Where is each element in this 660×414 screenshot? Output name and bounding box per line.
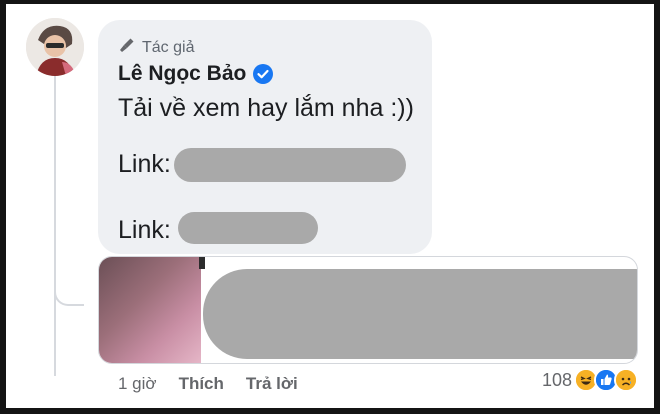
reaction-count: 108 [541,369,572,390]
link-label-2: Link: [118,216,171,244]
comment-actions: 1 giờ Thích Trả lời [118,374,298,394]
redacted-link-2 [178,212,318,244]
author-badge: Tác giả [118,36,194,59]
author-badge-label: Tác giả [142,38,195,56]
avatar[interactable] [26,18,84,76]
microphone-icon [118,36,142,59]
verified-badge-icon [253,64,274,84]
redacted-preview-content [203,269,637,359]
thumbnail-divider [199,257,205,269]
comment-timestamp[interactable]: 1 giờ [118,374,157,394]
link-label-1: Link: [118,150,171,178]
sad-reaction-icon [614,368,638,392]
redacted-link-1 [174,148,406,182]
thread-line [54,76,56,376]
reply-button[interactable]: Trả lời [246,374,298,394]
thread-branch [54,266,84,306]
reactions-summary[interactable]: 108 [542,368,638,392]
preview-thumbnail [99,257,201,363]
comment-text: Tải về xem hay lắm nha :)) [118,94,414,122]
author-name[interactable]: Lê Ngọc Bảo [118,62,246,86]
comment-bubble: Tác giả Lê Ngọc Bảo Tải về xem hay lắm n… [98,20,432,254]
like-button[interactable]: Thích [179,374,224,394]
author-row: Lê Ngọc Bảo [118,62,274,86]
link-preview-attachment[interactable] [98,256,638,364]
comment-screenshot-frame: Tác giả Lê Ngọc Bảo Tải về xem hay lắm n… [6,4,654,408]
